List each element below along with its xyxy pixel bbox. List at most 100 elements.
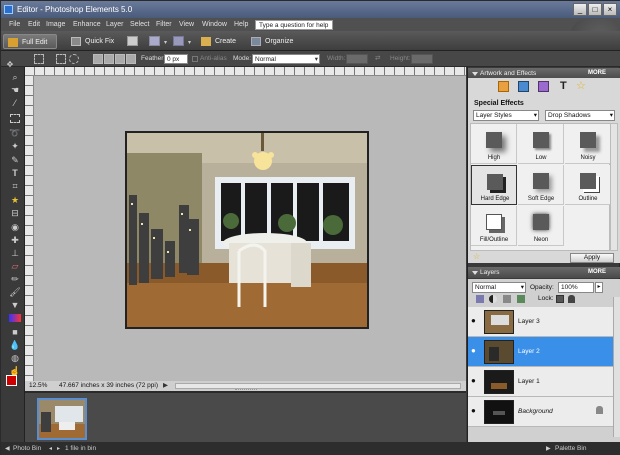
mode-select[interactable]: Normal ▾ — [252, 54, 320, 64]
style-noisy[interactable]: Noisy — [565, 124, 611, 164]
text-effects-icon[interactable]: T — [560, 80, 567, 92]
style-neon[interactable]: Neon — [518, 206, 564, 246]
layers-more-button[interactable]: MORE — [588, 267, 606, 278]
minimize-button[interactable]: _ — [573, 3, 587, 16]
menu-view[interactable]: View — [179, 18, 194, 31]
style-high[interactable]: High — [471, 124, 517, 164]
shape-tool-icon[interactable]: ■ — [9, 327, 21, 338]
lock-transparency-icon[interactable] — [556, 295, 564, 303]
zoom-tool-icon[interactable]: ⌕ — [9, 72, 21, 83]
subtract-selection-icon[interactable] — [115, 54, 125, 64]
style-fill-outline[interactable]: Fill/Outline — [471, 206, 517, 246]
category-select[interactable]: Layer Styles ▾ — [473, 110, 539, 121]
styles-scrollbar[interactable] — [610, 123, 618, 251]
order-chevron-down-icon[interactable]: ▾ — [188, 39, 191, 46]
palette-bin-triangle-icon[interactable]: ▶ — [546, 442, 551, 455]
bin-grip-icon[interactable] — [235, 389, 257, 394]
link-layer-icon[interactable] — [517, 295, 525, 303]
menu-file[interactable]: File — [9, 18, 20, 31]
pencil-tool-icon[interactable]: ✏ — [9, 274, 21, 285]
favorites-star-icon[interactable]: ☆ — [576, 79, 586, 92]
selection-brush-tool-icon[interactable]: ✎ — [9, 155, 21, 166]
layer-row[interactable]: ● Layer 1 — [468, 367, 613, 397]
layers-scrollbar[interactable] — [613, 297, 620, 437]
share-icon[interactable] — [149, 36, 160, 46]
menu-image[interactable]: Image — [46, 18, 65, 31]
style-soft-edge[interactable]: Soft Edge — [518, 165, 564, 205]
brush-tool-icon[interactable]: 🖌 — [9, 287, 21, 298]
blend-mode-select[interactable]: Normal ▾ — [472, 282, 526, 293]
lasso-tool-icon[interactable]: ➰ — [9, 128, 21, 139]
print-icon[interactable] — [127, 36, 138, 46]
photo-bin-thumbnail[interactable] — [37, 398, 87, 440]
add-selection-icon[interactable] — [104, 54, 114, 64]
menu-enhance[interactable]: Enhance — [73, 18, 101, 31]
layers-header[interactable]: Layers MORE — [468, 267, 620, 278]
delete-layer-icon[interactable] — [503, 295, 511, 303]
effects-icon[interactable] — [518, 81, 529, 92]
document-image[interactable] — [125, 131, 369, 329]
visibility-eye-icon[interactable]: ● — [471, 347, 479, 355]
opacity-field[interactable]: 100% — [558, 282, 594, 293]
menu-layer[interactable]: Layer — [106, 18, 124, 31]
red-eye-tool-icon[interactable]: ◉ — [9, 222, 21, 233]
menu-edit[interactable]: Edit — [28, 18, 40, 31]
menu-help[interactable]: Help — [234, 18, 248, 31]
new-selection-icon[interactable] — [93, 54, 103, 64]
visibility-eye-icon[interactable]: ● — [471, 377, 479, 385]
straighten-tool-icon[interactable]: ⊟ — [9, 208, 21, 219]
hand-tool-icon[interactable]: ☚ — [9, 85, 21, 96]
visibility-eye-icon[interactable]: ● — [471, 407, 479, 415]
full-edit-tab[interactable]: Full Edit — [3, 34, 57, 49]
opacity-arrow-icon[interactable]: ▸ — [595, 282, 603, 293]
close-button[interactable]: × — [603, 3, 617, 16]
visibility-eye-icon[interactable]: ● — [471, 317, 479, 325]
menu-select[interactable]: Select — [130, 18, 149, 31]
next-file-icon[interactable]: ▸ — [57, 442, 60, 455]
favorite-star-icon[interactable]: ☆ — [473, 252, 480, 261]
gradient-tool-icon[interactable] — [9, 314, 21, 322]
marquee-rect-icon[interactable] — [34, 54, 44, 64]
share-chevron-down-icon[interactable]: ▾ — [164, 39, 167, 46]
eyedropper-tool-icon[interactable]: ⁄ — [9, 98, 21, 109]
intersect-selection-icon[interactable] — [126, 54, 136, 64]
artwork-icon[interactable] — [498, 81, 509, 92]
foreground-color-swatch[interactable] — [6, 375, 17, 386]
layer-row[interactable]: ● Background — [468, 397, 613, 427]
palette-bin-label[interactable]: Palette Bin — [555, 442, 586, 455]
style-outline[interactable]: Outline — [565, 165, 611, 205]
layer-row[interactable]: ● Layer 2 — [468, 337, 613, 367]
menu-filter[interactable]: Filter — [156, 18, 172, 31]
status-arrow-icon[interactable]: ▶ — [163, 381, 168, 391]
cookie-cutter-tool-icon[interactable]: ★ — [9, 195, 21, 206]
prev-file-icon[interactable]: ◂ — [49, 442, 52, 455]
marquee-ellipse-icon[interactable] — [69, 54, 79, 64]
type-tool-icon[interactable]: T — [9, 168, 21, 179]
style-select[interactable]: Drop Shadows ▾ — [545, 110, 615, 121]
clone-stamp-tool-icon[interactable]: ⊥ — [9, 248, 21, 259]
magic-wand-tool-icon[interactable]: ✦ — [9, 141, 21, 152]
maximize-button[interactable]: □ — [588, 3, 602, 16]
crop-tool-icon[interactable]: ⌗ — [9, 181, 21, 192]
paint-bucket-tool-icon[interactable]: ▼ — [9, 300, 21, 311]
move-tool-icon[interactable]: ✥ — [4, 59, 16, 70]
photo-bin-triangle-icon[interactable]: ◀ — [5, 442, 10, 455]
help-search-field[interactable]: Type a question for help — [255, 20, 333, 30]
blur-tool-icon[interactable]: 💧 — [9, 340, 21, 351]
style-hard-edge[interactable]: Hard Edge — [471, 165, 517, 205]
lock-all-icon[interactable] — [568, 295, 575, 303]
menu-window[interactable]: Window — [202, 18, 227, 31]
organize-button[interactable]: Organize — [247, 34, 295, 49]
eraser-tool-icon[interactable]: ▱ — [9, 261, 21, 272]
sponge-tool-icon[interactable]: ◍ — [9, 353, 21, 364]
zoom-level[interactable]: 12.5% — [29, 381, 47, 391]
create-button[interactable]: Create — [197, 34, 245, 49]
order-prints-icon[interactable] — [173, 36, 184, 46]
apply-button[interactable]: Apply — [570, 253, 614, 263]
style-low[interactable]: Low — [518, 124, 564, 164]
adjustment-layer-icon[interactable] — [489, 295, 497, 303]
rect-marquee-tool-icon[interactable] — [10, 114, 20, 123]
horizontal-scrollbar[interactable] — [175, 383, 461, 389]
new-layer-icon[interactable] — [476, 295, 484, 303]
layer-row[interactable]: ● Layer 3 — [468, 307, 613, 337]
